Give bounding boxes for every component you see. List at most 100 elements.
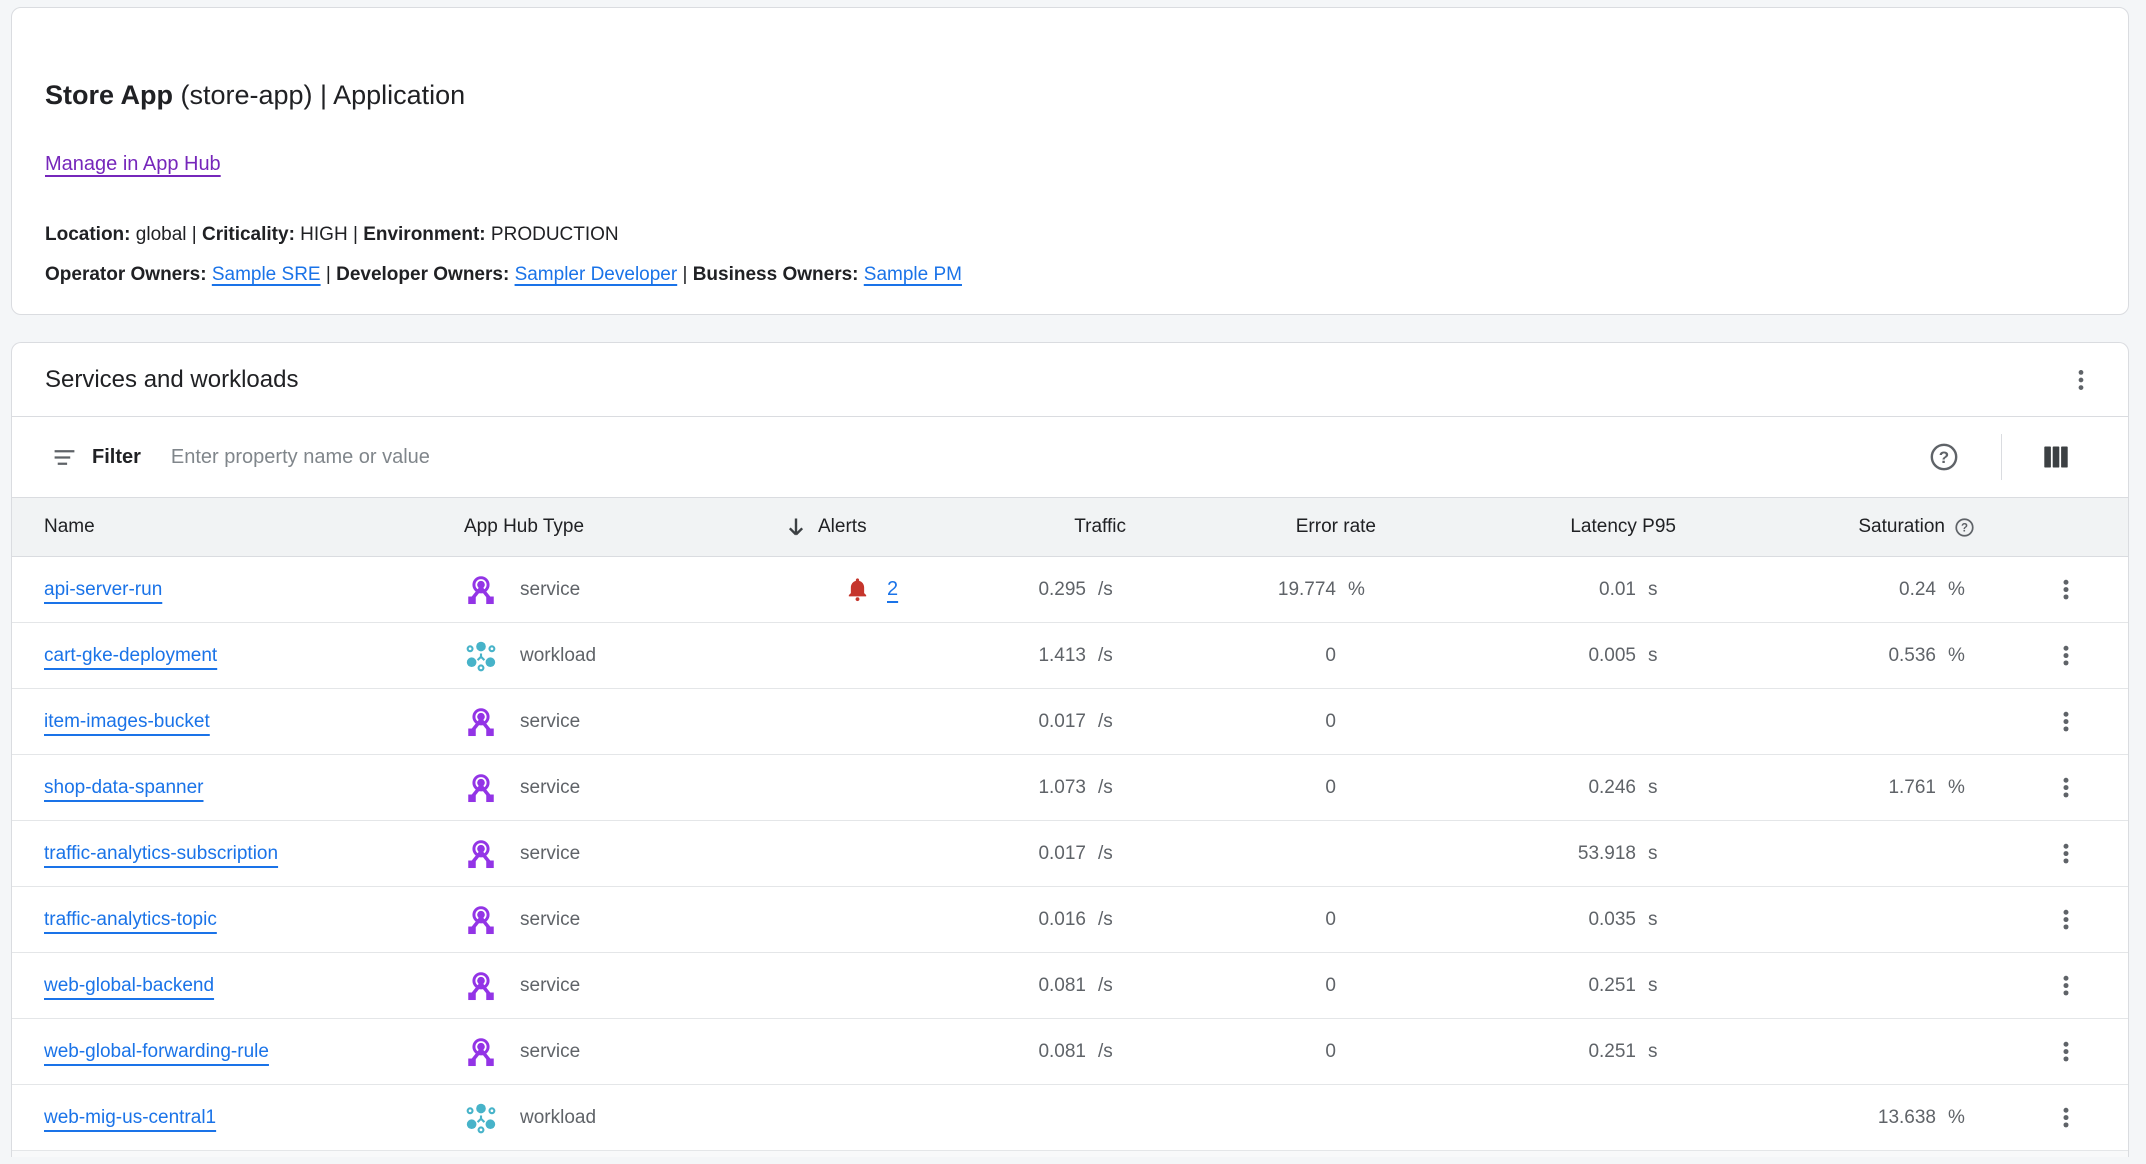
traffic-unit: /s <box>1086 645 1126 667</box>
saturation-value: 0.536 <box>1684 645 1936 667</box>
resource-name-link[interactable]: cart-gke-deployment <box>44 645 217 667</box>
operator-owners-link[interactable]: Sample SRE <box>212 264 321 285</box>
actions-cell <box>1984 573 2128 607</box>
column-header-saturation-label: Saturation <box>1858 516 1945 538</box>
error-rate-cell: 19.774% <box>1134 579 1384 601</box>
saturation-value: 13.638 <box>1684 1107 1936 1129</box>
column-header-saturation[interactable]: Saturation ? <box>1684 516 1984 539</box>
name-cell: api-server-run <box>12 579 464 601</box>
row-actions-button[interactable] <box>2049 639 2083 673</box>
app-hub-type-label: service <box>520 711 580 733</box>
column-header-alerts-label: Alerts <box>818 516 867 538</box>
meta-text: | <box>677 264 693 285</box>
resource-name-link[interactable]: api-server-run <box>44 579 162 601</box>
kebab-menu-icon <box>2053 973 2079 999</box>
meta-label: Criticality: <box>202 224 295 245</box>
table-header-row: Name App Hub Type Alerts Traffic Error r… <box>12 498 2128 557</box>
latency-p95-value: 0.01 <box>1384 579 1636 601</box>
svg-text:?: ? <box>1938 448 1948 467</box>
meta-label: Business Owners: <box>693 264 859 285</box>
saturation-unit: % <box>1936 645 1976 667</box>
resource-name-link[interactable]: item-images-bucket <box>44 711 210 733</box>
app-hub-type-label: workload <box>520 1107 596 1129</box>
app-hub-type-label: service <box>520 579 580 601</box>
name-cell: web-mig-us-central1 <box>12 1107 464 1129</box>
panel-title: Services and workloads <box>45 366 2064 394</box>
row-actions-button[interactable] <box>2049 771 2083 805</box>
traffic-unit: /s <box>1086 711 1126 733</box>
resource-name-link[interactable]: web-mig-us-central1 <box>44 1107 216 1129</box>
actions-cell <box>1984 1035 2128 1069</box>
business-owners-link[interactable]: Sample PM <box>864 264 962 285</box>
sort-descending-icon <box>784 515 808 539</box>
developer-owners-link[interactable]: Sampler Developer <box>515 264 678 285</box>
resource-name-link[interactable]: web-global-forwarding-rule <box>44 1041 269 1063</box>
alerts-cell: 2 <box>780 576 944 603</box>
alert-count-link[interactable]: 2 <box>887 578 898 601</box>
row-actions-button[interactable] <box>2049 903 2083 937</box>
meta-label: Developer Owners: <box>336 264 509 285</box>
column-header-name[interactable]: Name <box>12 516 464 538</box>
meta-label: Location: <box>45 224 131 245</box>
row-actions-button[interactable] <box>2049 837 2083 871</box>
traffic-cell: 0.017/s <box>944 843 1134 865</box>
meta-label: Environment: <box>363 224 485 245</box>
latency-p95-value: 0.005 <box>1384 645 1636 667</box>
app-hub-type-cell: service <box>464 705 780 739</box>
row-actions-button[interactable] <box>2049 969 2083 1003</box>
latency-p95-cell: 0.251s <box>1384 975 1684 997</box>
svg-text:?: ? <box>1961 522 1968 534</box>
filter-input[interactable] <box>171 446 1923 469</box>
saturation-help-icon: ? <box>1953 516 1976 539</box>
meta-text: PRODUCTION <box>486 224 619 245</box>
error-rate-value: 0 <box>1134 777 1336 799</box>
column-display-button[interactable] <box>2034 435 2078 479</box>
saturation-unit: % <box>1936 1107 1976 1129</box>
error-rate-value: 0 <box>1134 645 1336 667</box>
column-header-latency-p95[interactable]: Latency P95 <box>1384 516 1684 538</box>
column-header-alerts[interactable]: Alerts <box>780 515 944 539</box>
kebab-menu-icon <box>2053 1039 2079 1065</box>
traffic-value: 0.017 <box>944 711 1086 733</box>
app-hub-type-label: service <box>520 975 580 997</box>
service-icon <box>464 705 498 739</box>
column-header-error-rate[interactable]: Error rate <box>1134 516 1384 538</box>
kebab-menu-icon <box>2053 643 2079 669</box>
latency-p95-unit: s <box>1636 1041 1676 1063</box>
row-actions-button[interactable] <box>2049 1035 2083 1069</box>
kebab-menu-icon <box>2053 841 2079 867</box>
saturation-cell: 13.638% <box>1684 1107 1984 1129</box>
row-actions-button[interactable] <box>2049 573 2083 607</box>
latency-p95-cell: 53.918s <box>1384 843 1684 865</box>
row-actions-button[interactable] <box>2049 1101 2083 1135</box>
manage-in-app-hub-link[interactable]: Manage in App Hub <box>45 152 221 176</box>
latency-p95-cell: 0.005s <box>1384 645 1684 667</box>
resource-name-link[interactable]: traffic-analytics-subscription <box>44 843 278 865</box>
latency-p95-cell: 0.035s <box>1384 909 1684 931</box>
column-header-traffic[interactable]: Traffic <box>944 516 1134 538</box>
error-rate-value: 0 <box>1134 975 1336 997</box>
app-metadata-line-1: Location: global | Criticality: HIGH | E… <box>45 224 2095 246</box>
row-actions-button[interactable] <box>2049 705 2083 739</box>
workload-icon <box>464 639 498 673</box>
traffic-value: 0.017 <box>944 843 1086 865</box>
actions-cell <box>1984 771 2128 805</box>
error-rate-value: 0 <box>1134 1041 1336 1063</box>
saturation-cell: 1.761% <box>1684 777 1984 799</box>
filter-help-button[interactable]: ? <box>1923 436 1965 478</box>
latency-p95-unit: s <box>1636 843 1676 865</box>
panel-overflow-menu-button[interactable] <box>2064 363 2098 397</box>
actions-cell <box>1984 639 2128 673</box>
resource-name-link[interactable]: shop-data-spanner <box>44 777 204 799</box>
column-header-app-hub-type[interactable]: App Hub Type <box>464 516 780 538</box>
table-row: web-mig-us-central1 workload 13.638% <box>12 1085 2128 1151</box>
table-row: item-images-bucket service 0.017/s 0 <box>12 689 2128 755</box>
resource-name-link[interactable]: web-global-backend <box>44 975 214 997</box>
service-icon <box>464 969 498 1003</box>
traffic-unit: /s <box>1086 777 1126 799</box>
traffic-unit: /s <box>1086 579 1126 601</box>
kebab-menu-icon <box>2068 367 2094 393</box>
alert-bell-icon <box>844 576 871 603</box>
resource-name-link[interactable]: traffic-analytics-topic <box>44 909 217 931</box>
app-title-suffix: (store-app) | Application <box>173 80 465 110</box>
